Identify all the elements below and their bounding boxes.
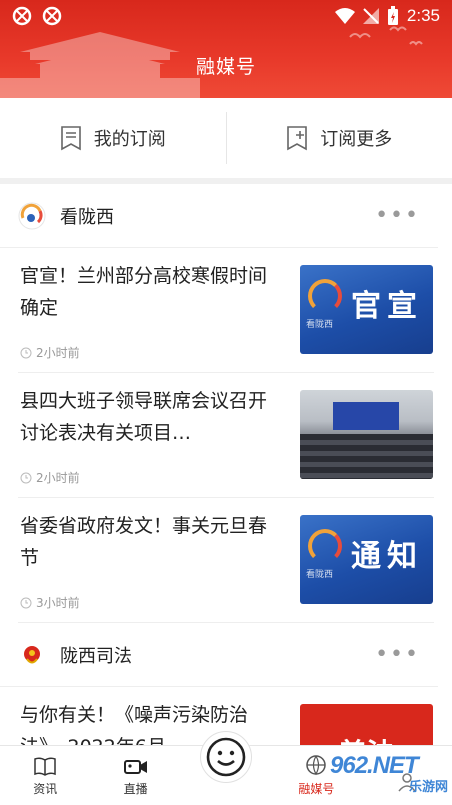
app-notification-icon [42,6,62,26]
nav-label: 直播 [123,782,148,796]
thumb-logo-text: 看陇西 [306,320,334,330]
my-subscriptions-button[interactable]: 我的订阅 [0,112,226,164]
article-title: 省委省政府发文！事关元旦春节 [20,515,268,569]
smile-button[interactable] [200,731,252,783]
nav-item-news[interactable]: 资讯 [0,746,90,805]
article-title: 县四大班子领导联席会议召开 讨论表决有关项目… [20,390,268,444]
article-time: 3小时前 [36,596,80,610]
smiley-face-icon [206,737,246,777]
article-time: 2小时前 [36,471,80,485]
article-meta: 2小时前 [20,344,80,361]
meeting-screen [333,402,399,430]
site-watermark: 962.NET 乐游网 [330,752,448,802]
article-meta: 2小时前 [20,469,80,486]
app-header: 2:35 融媒号 [0,0,452,98]
status-bar: 2:35 [0,0,452,32]
channel-header[interactable]: 陇西司法 ••• [0,623,438,687]
subscribe-bar: 我的订阅 订阅更多 [0,98,452,178]
channel-name: 看陇西 [60,206,114,228]
article-thumbnail [300,390,433,479]
more-options-icon[interactable]: ••• [375,643,420,665]
nav-label: 资讯 [33,782,58,796]
page-title: 融媒号 [195,56,256,78]
thumbnail-caption: 通知 [351,539,423,574]
article-meta: 3小时前 [20,594,80,611]
open-book-icon [34,757,56,776]
more-options-icon[interactable]: ••• [375,204,420,226]
my-subscriptions-label: 我的订阅 [93,129,166,150]
article-title: 官宣！兰州部分高校寒假时间确定 [20,265,268,319]
clock-icon [20,347,32,358]
wifi-icon [334,8,355,24]
nav-item-live[interactable]: 直播 [90,746,180,805]
article-time: 2小时前 [36,346,80,360]
kanlongxi-logo-icon [18,202,46,229]
app-notification-icon [12,6,32,26]
meeting-seats [300,434,433,479]
clock-icon [20,597,32,608]
article-item[interactable]: 省委省政府发文！事关元旦春节 3小时前 看陇西 通知 [18,498,434,623]
kanlongxi-logo-icon [308,279,342,313]
battery-charging-icon [387,6,398,25]
kanlongxi-logo-icon [308,529,342,563]
channel-name: 陇西司法 [60,645,132,667]
article-thumbnail: 看陇西 官宣 [300,265,433,354]
feed[interactable]: 看陇西 ••• 官宣！兰州部分高校寒假时间确定 2小时前 看陇西 官宣 县四大班… [0,184,452,805]
subscribe-more-button[interactable]: 订阅更多 [227,112,452,164]
subscribe-more-label: 订阅更多 [320,129,393,150]
clock-icon [20,472,32,483]
thumb-logo-text: 看陇西 [306,570,334,580]
channel-header[interactable]: 看陇西 ••• [0,184,438,248]
article-item[interactable]: 官宣！兰州部分高校寒假时间确定 2小时前 看陇西 官宣 [18,248,434,373]
meeting-photo [300,390,433,479]
video-camera-icon [123,760,147,774]
thumbnail-caption: 官宣 [351,289,423,324]
article-thumbnail: 看陇西 通知 [300,515,433,604]
no-signal-icon [362,8,379,24]
bookmark-add-icon [287,126,308,151]
judicial-emblem-icon [19,641,45,668]
status-time: 2:35 [406,6,440,25]
globe-icon [306,755,327,776]
bookmark-list-icon [60,126,81,151]
article-item[interactable]: 县四大班子领导联席会议召开 讨论表决有关项目… 2小时前 [18,373,434,498]
